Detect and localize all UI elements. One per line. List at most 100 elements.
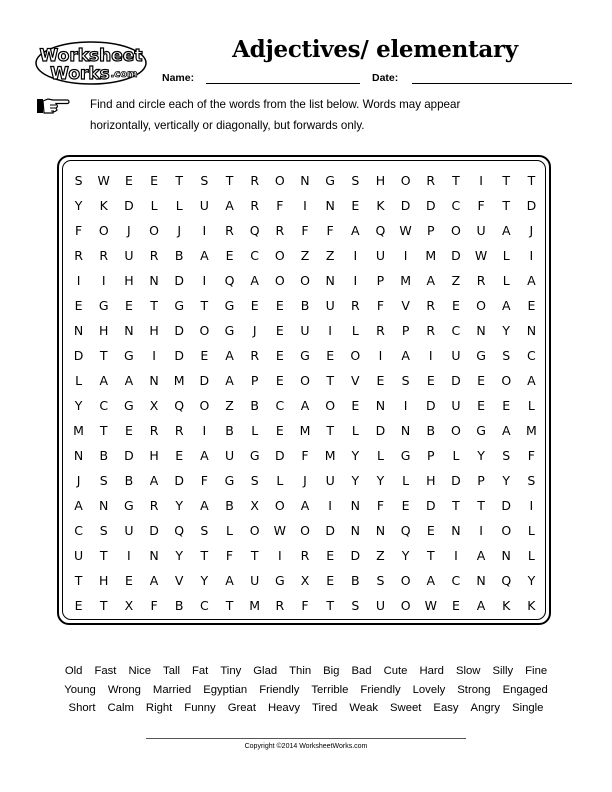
- grid-cell[interactable]: W: [469, 248, 494, 263]
- grid-cell[interactable]: I: [393, 398, 418, 413]
- grid-cell[interactable]: D: [393, 198, 418, 213]
- grid-cell[interactable]: O: [292, 523, 317, 538]
- grid-cell[interactable]: A: [494, 423, 519, 438]
- grid-cell[interactable]: E: [343, 398, 368, 413]
- grid-cell[interactable]: O: [343, 348, 368, 363]
- grid-cell[interactable]: R: [292, 548, 317, 563]
- grid-cell[interactable]: N: [368, 398, 393, 413]
- grid-cell[interactable]: S: [343, 173, 368, 188]
- grid-cell[interactable]: I: [343, 273, 368, 288]
- grid-cell[interactable]: T: [494, 173, 519, 188]
- grid-cell[interactable]: V: [343, 373, 368, 388]
- date-field[interactable]: [412, 83, 572, 84]
- grid-cell[interactable]: L: [443, 448, 468, 463]
- grid-cell[interactable]: E: [318, 348, 343, 363]
- grid-cell[interactable]: W: [418, 598, 443, 613]
- grid-cell[interactable]: A: [217, 348, 242, 363]
- grid-cell[interactable]: S: [393, 373, 418, 388]
- grid-cell[interactable]: K: [519, 598, 544, 613]
- grid-cell[interactable]: G: [469, 423, 494, 438]
- grid-cell[interactable]: R: [418, 323, 443, 338]
- grid-cell[interactable]: I: [443, 548, 468, 563]
- grid-cell[interactable]: U: [192, 198, 217, 213]
- grid-cell[interactable]: F: [267, 198, 292, 213]
- grid-cell[interactable]: T: [519, 173, 544, 188]
- grid-cell[interactable]: T: [217, 173, 242, 188]
- grid-cell[interactable]: I: [141, 348, 166, 363]
- grid-cell[interactable]: A: [141, 473, 166, 488]
- grid-cell[interactable]: I: [469, 523, 494, 538]
- grid-cell[interactable]: C: [443, 573, 468, 588]
- grid-cell[interactable]: U: [368, 248, 393, 263]
- grid-cell[interactable]: E: [116, 298, 141, 313]
- grid-cell[interactable]: G: [393, 448, 418, 463]
- grid-cell[interactable]: N: [519, 323, 544, 338]
- grid-cell[interactable]: U: [217, 448, 242, 463]
- grid-cell[interactable]: I: [91, 273, 116, 288]
- grid-cell[interactable]: J: [519, 223, 544, 238]
- grid-cell[interactable]: E: [267, 348, 292, 363]
- grid-cell[interactable]: D: [418, 398, 443, 413]
- grid-cell[interactable]: A: [469, 598, 494, 613]
- grid-cell[interactable]: F: [192, 473, 217, 488]
- grid-cell[interactable]: K: [368, 198, 393, 213]
- grid-cell[interactable]: A: [494, 298, 519, 313]
- grid-cell[interactable]: O: [192, 323, 217, 338]
- grid-cell[interactable]: Y: [494, 473, 519, 488]
- grid-cell[interactable]: D: [494, 498, 519, 513]
- grid-cell[interactable]: D: [167, 348, 192, 363]
- grid-cell[interactable]: N: [343, 498, 368, 513]
- grid-cell[interactable]: I: [192, 223, 217, 238]
- grid-cell[interactable]: F: [519, 448, 544, 463]
- grid-cell[interactable]: L: [141, 198, 166, 213]
- grid-cell[interactable]: A: [393, 348, 418, 363]
- grid-cell[interactable]: J: [167, 223, 192, 238]
- grid-cell[interactable]: A: [418, 573, 443, 588]
- grid-cell[interactable]: Y: [192, 573, 217, 588]
- grid-cell[interactable]: F: [469, 198, 494, 213]
- grid-cell[interactable]: W: [393, 223, 418, 238]
- grid-cell[interactable]: A: [192, 248, 217, 263]
- grid-cell[interactable]: B: [418, 423, 443, 438]
- grid-cell[interactable]: G: [242, 448, 267, 463]
- grid-cell[interactable]: E: [167, 448, 192, 463]
- grid-cell[interactable]: I: [368, 348, 393, 363]
- grid-cell[interactable]: R: [267, 598, 292, 613]
- grid-cell[interactable]: T: [418, 548, 443, 563]
- grid-cell[interactable]: F: [141, 598, 166, 613]
- grid-cell[interactable]: N: [292, 173, 317, 188]
- grid-cell[interactable]: R: [368, 323, 393, 338]
- grid-cell[interactable]: D: [343, 548, 368, 563]
- grid-cell[interactable]: Y: [393, 548, 418, 563]
- grid-cell[interactable]: O: [267, 173, 292, 188]
- grid-cell[interactable]: N: [66, 448, 91, 463]
- grid-cell[interactable]: N: [393, 423, 418, 438]
- grid-cell[interactable]: B: [116, 473, 141, 488]
- grid-cell[interactable]: H: [368, 173, 393, 188]
- grid-cell[interactable]: M: [292, 423, 317, 438]
- grid-cell[interactable]: U: [318, 298, 343, 313]
- grid-cell[interactable]: C: [91, 398, 116, 413]
- grid-cell[interactable]: A: [217, 573, 242, 588]
- grid-cell[interactable]: H: [418, 473, 443, 488]
- grid-cell[interactable]: E: [267, 298, 292, 313]
- grid-cell[interactable]: N: [141, 373, 166, 388]
- grid-cell[interactable]: W: [91, 173, 116, 188]
- grid-cell[interactable]: J: [292, 473, 317, 488]
- grid-cell[interactable]: I: [519, 248, 544, 263]
- grid-cell[interactable]: A: [519, 273, 544, 288]
- grid-cell[interactable]: X: [242, 498, 267, 513]
- grid-cell[interactable]: E: [368, 373, 393, 388]
- grid-cell[interactable]: E: [343, 198, 368, 213]
- grid-cell[interactable]: B: [167, 248, 192, 263]
- grid-cell[interactable]: G: [167, 298, 192, 313]
- grid-cell[interactable]: A: [192, 448, 217, 463]
- grid-cell[interactable]: G: [116, 398, 141, 413]
- grid-cell[interactable]: E: [519, 298, 544, 313]
- grid-cell[interactable]: V: [167, 573, 192, 588]
- grid-cell[interactable]: A: [91, 373, 116, 388]
- grid-cell[interactable]: A: [242, 273, 267, 288]
- grid-cell[interactable]: V: [393, 298, 418, 313]
- grid-cell[interactable]: M: [393, 273, 418, 288]
- grid-cell[interactable]: R: [167, 423, 192, 438]
